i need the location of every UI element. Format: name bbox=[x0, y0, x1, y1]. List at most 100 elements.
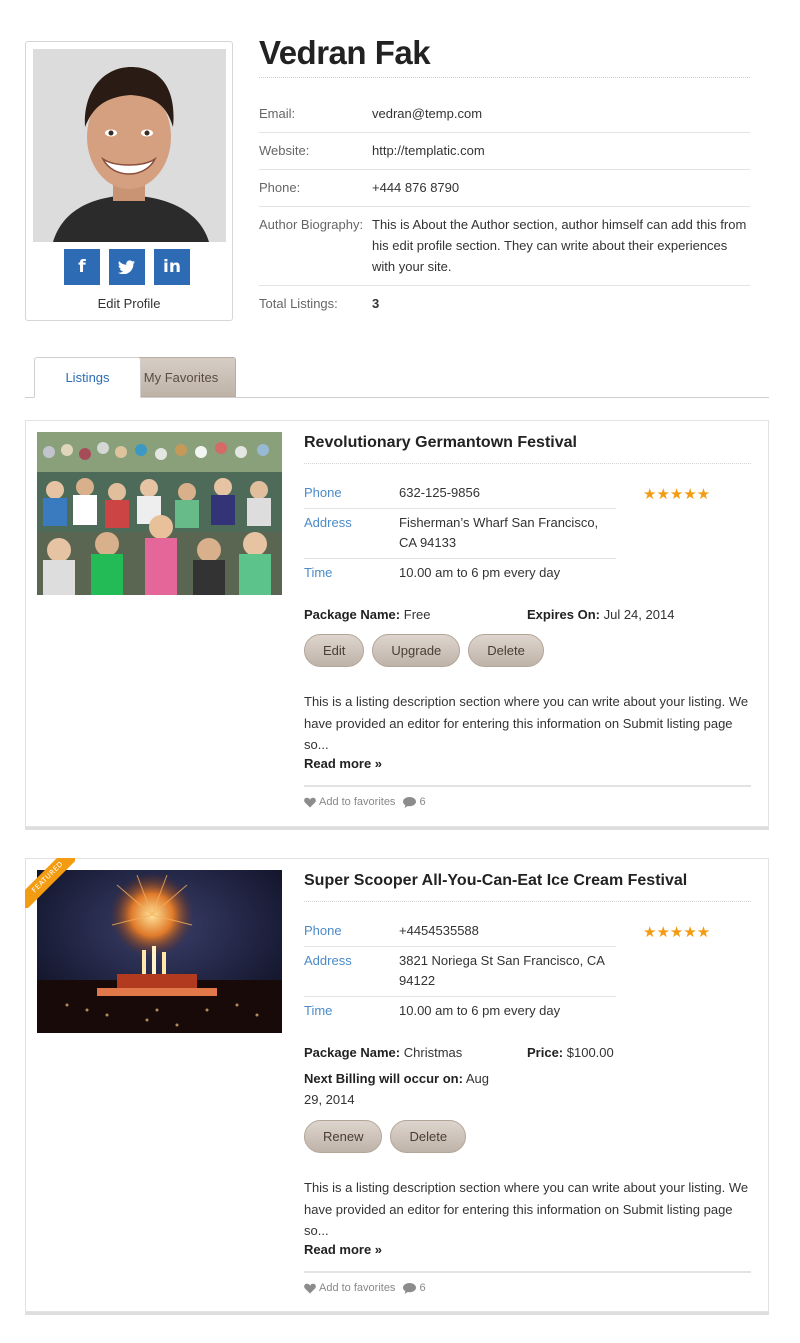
website-value[interactable]: http://templatic.com bbox=[372, 140, 750, 161]
info-row-biography: Author Biography: This is About the Auth… bbox=[259, 207, 750, 286]
package-value: Christmas bbox=[403, 1045, 463, 1060]
read-more-link[interactable]: Read more » bbox=[304, 756, 382, 771]
expires-on: Expires On: Jul 24, 2014 bbox=[527, 604, 674, 625]
profile-card: f in Edit Profile bbox=[25, 41, 233, 321]
detail-value: +4454535588 bbox=[399, 923, 479, 938]
biography-value: This is About the Author section, author… bbox=[372, 217, 747, 274]
info-row-total-listings: Total Listings: 3 bbox=[259, 286, 750, 322]
package-value: Free bbox=[403, 607, 431, 622]
heart-icon bbox=[304, 797, 316, 807]
email-value[interactable]: vedran@temp.com bbox=[372, 103, 750, 124]
tab-bar: My Favorites Listings bbox=[25, 357, 769, 398]
detail-value: 3821 Noriega St San Francisco, CA 94122 bbox=[399, 953, 605, 988]
detail-row-time: Time 10.00 am to 6 pm every day bbox=[304, 559, 616, 588]
renew-button[interactable]: Renew bbox=[304, 1120, 383, 1153]
divider bbox=[259, 77, 750, 78]
add-to-favorites[interactable]: Add to favorites bbox=[304, 796, 395, 808]
delete-button[interactable]: Delete bbox=[390, 1120, 467, 1153]
listing-title[interactable]: Super Scooper All-You-Can-Eat Ice Cream … bbox=[304, 872, 687, 890]
social-links: f in bbox=[64, 249, 190, 285]
avatar bbox=[33, 49, 226, 242]
package-label: Package Name: bbox=[304, 1045, 401, 1060]
heart-icon bbox=[304, 1283, 316, 1293]
package-label: Package Name: bbox=[304, 607, 401, 622]
phone-value: +444 876 8790 bbox=[372, 180, 460, 195]
listing-card: FEATURED Super Scooper All-You-Can-Eat I… bbox=[25, 858, 769, 1312]
featured-label: FEATURED bbox=[25, 858, 75, 908]
divider bbox=[304, 785, 751, 787]
info-label: Author Biography: bbox=[259, 217, 364, 232]
detail-value: 10.00 am to 6 pm every day bbox=[399, 1003, 561, 1018]
info-label: Total Listings: bbox=[259, 296, 338, 311]
billing-label: Next Billing will occur on: bbox=[304, 1071, 463, 1086]
upgrade-button[interactable]: Upgrade bbox=[372, 634, 461, 667]
listing-footer: Add to favorites 6 bbox=[304, 796, 426, 808]
info-row-phone: Phone: +444 876 8790 bbox=[259, 170, 750, 207]
info-label: Email: bbox=[259, 106, 296, 121]
price: Price: $100.00 bbox=[527, 1042, 614, 1063]
next-billing: Next Billing will occur on: Aug 29, 2014 bbox=[304, 1068, 504, 1110]
detail-row-phone: Phone +4454535588 bbox=[304, 917, 616, 947]
twitter-icon[interactable] bbox=[109, 249, 145, 285]
favorites-label[interactable]: Add to favorites bbox=[319, 796, 395, 808]
listing-details: Phone 632-125-9856 Address Fisherman’s W… bbox=[304, 479, 616, 588]
detail-row-address: Address 3821 Noriega St San Francisco, C… bbox=[304, 947, 616, 997]
listing-details: Phone +4454535588 Address 3821 Noriega S… bbox=[304, 917, 616, 1026]
info-row-website: Website: http://templatic.com bbox=[259, 133, 750, 170]
detail-value: 632-125-9856 bbox=[399, 485, 480, 500]
expires-value: Jul 24, 2014 bbox=[603, 607, 675, 622]
tab-listings[interactable]: Listings bbox=[34, 357, 141, 398]
rating-stars: ★★★★★ bbox=[643, 485, 711, 503]
comment-count[interactable]: 6 bbox=[419, 796, 425, 808]
listing-title[interactable]: Revolutionary Germantown Festival bbox=[304, 434, 577, 452]
detail-label: Address bbox=[304, 953, 352, 968]
info-label: Website: bbox=[259, 143, 310, 158]
detail-row-phone: Phone 632-125-9856 bbox=[304, 479, 616, 509]
featured-ribbon: FEATURED bbox=[25, 858, 75, 908]
price-label: Price: bbox=[527, 1045, 564, 1060]
favorites-label[interactable]: Add to favorites bbox=[319, 1282, 395, 1294]
detail-label: Time bbox=[304, 1003, 333, 1018]
comment-icon bbox=[403, 796, 417, 808]
edit-button[interactable]: Edit bbox=[304, 634, 365, 667]
listing-footer: Add to favorites 6 bbox=[304, 1282, 426, 1294]
detail-value: Fisherman’s Wharf San Francisco, CA 9413… bbox=[399, 515, 599, 550]
package-name: Package Name: Christmas bbox=[304, 1042, 462, 1063]
listing-image[interactable] bbox=[37, 432, 282, 595]
detail-row-address: Address Fisherman’s Wharf San Francisco,… bbox=[304, 509, 616, 559]
add-to-favorites[interactable]: Add to favorites bbox=[304, 1282, 395, 1294]
info-label: Phone: bbox=[259, 180, 301, 195]
detail-label: Phone bbox=[304, 485, 342, 500]
comment-icon bbox=[403, 1282, 417, 1294]
info-row-email: Email: vedran@temp.com bbox=[259, 96, 750, 133]
divider bbox=[304, 463, 751, 464]
package-name: Package Name: Free bbox=[304, 604, 430, 625]
detail-label: Address bbox=[304, 515, 352, 530]
listing-actions: Edit Upgrade Delete bbox=[304, 634, 544, 667]
facebook-icon[interactable]: f bbox=[64, 249, 100, 285]
expires-label: Expires On: bbox=[527, 607, 600, 622]
detail-value: 10.00 am to 6 pm every day bbox=[399, 565, 561, 580]
detail-label: Phone bbox=[304, 923, 342, 938]
edit-profile-link[interactable]: Edit Profile bbox=[26, 296, 232, 311]
detail-label: Time bbox=[304, 565, 333, 580]
listing-description: This is a listing description section wh… bbox=[304, 1180, 749, 1238]
tab-my-favorites[interactable]: My Favorites bbox=[126, 357, 236, 397]
comment-count[interactable]: 6 bbox=[419, 1282, 425, 1294]
linkedin-icon[interactable]: in bbox=[154, 249, 190, 285]
listing-actions: Renew Delete bbox=[304, 1120, 467, 1153]
delete-button[interactable]: Delete bbox=[468, 634, 544, 667]
listing-description: This is a listing description section wh… bbox=[304, 694, 749, 752]
divider bbox=[304, 901, 751, 902]
total-listings-value: 3 bbox=[372, 296, 380, 311]
rating-stars: ★★★★★ bbox=[643, 923, 711, 941]
author-info-table: Email: vedran@temp.com Website: http://t… bbox=[259, 96, 750, 322]
listing-card: Revolutionary Germantown Festival Phone … bbox=[25, 420, 769, 827]
comments-link[interactable]: 6 bbox=[403, 796, 426, 808]
read-more-link[interactable]: Read more » bbox=[304, 1242, 382, 1257]
divider bbox=[304, 1271, 751, 1273]
price-value: $100.00 bbox=[566, 1045, 614, 1060]
author-name: Vedran Fak bbox=[259, 34, 431, 71]
comments-link[interactable]: 6 bbox=[403, 1282, 426, 1294]
detail-row-time: Time 10.00 am to 6 pm every day bbox=[304, 997, 616, 1026]
